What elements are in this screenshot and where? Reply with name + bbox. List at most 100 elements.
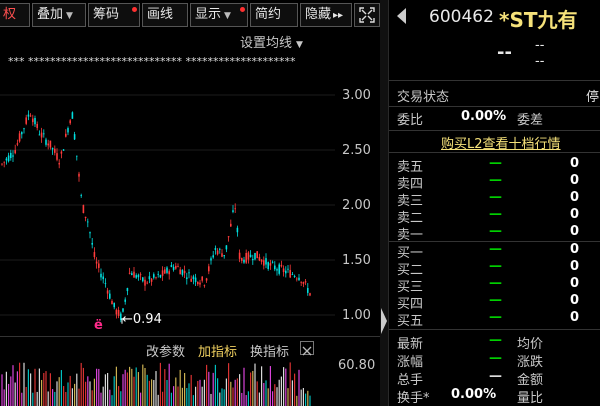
order-level-row[interactable]: 卖三 —0 [389,190,600,209]
volume-bar [32,392,34,406]
order-level-row[interactable]: 卖四 —0 [389,173,600,192]
volume-bar [276,387,278,406]
panel-splitter[interactable] [380,0,388,406]
toolbar-chips-button[interactable]: 筹码 [88,3,140,27]
volume-bar [254,363,256,406]
volume-bar [252,370,254,406]
volume-bar [162,391,164,406]
kline-chart-area[interactable]: 设置均线 ▼ *** **************************** *… [0,30,380,406]
order-level-row[interactable]: 买三 —0 [389,276,600,295]
toolbar-overlay-button[interactable]: 叠加 ▼ [32,3,86,27]
candle-body [285,270,287,274]
volume-bar [289,362,291,406]
event-marker-icon[interactable]: ë [94,318,103,333]
volume-bar [129,366,131,406]
double-arrow-right-icon: ▸▸ [333,10,344,21]
candle-body [23,128,25,130]
trade-status-value: 停 [585,90,599,105]
switch-indicator-button[interactable]: 换指标 [250,341,289,360]
candle-body [43,133,45,135]
y-axis-label: 1.00 [342,308,371,323]
volume-bar [285,368,287,406]
candle-body [51,147,54,150]
toolbar-simple-button[interactable]: 简约 [250,3,298,27]
volume-bar [91,390,93,406]
y-axis-label: 3.00 [342,88,371,103]
change-param-button[interactable]: 改参数 [146,341,185,360]
order-level-row[interactable]: 卖二 —0 [389,207,600,226]
stat-label: 金额 [517,373,544,388]
candle-body [73,134,76,140]
kline-chart[interactable] [0,30,380,406]
candle-body [236,227,239,233]
volume-bar [82,367,84,406]
candle-body [216,250,219,255]
y-axis-label: 2.00 [342,198,371,213]
toolbar-display-button[interactable]: 显示 ▼ [190,3,248,27]
stat-row: 换手* 0.00% 量比 [389,387,600,406]
volume-bar [155,371,157,406]
volume-bar [296,395,298,406]
volume-bar [54,391,56,406]
expand-icon [359,7,375,23]
candle-body [34,117,36,125]
price-change: -- [535,38,545,53]
volume-bar [76,373,78,406]
add-indicator-button[interactable]: 加指标 [198,341,237,360]
order-level-row[interactable]: 买一 —0 [389,242,600,261]
volume-bar [239,374,241,406]
volume-bar [98,368,100,406]
volume-bar [135,367,137,406]
volume-bar [241,392,243,406]
candle-body [212,255,214,258]
volume-bar [195,386,197,406]
candle-body [82,205,85,214]
overlay-label: 叠加 [37,7,64,22]
level-volume: 0 [569,293,579,308]
volume-bar [45,371,47,406]
volume-bar [265,380,267,406]
candle-body [186,277,188,280]
volume-bar [67,382,69,406]
volume-bar [305,393,307,406]
candle-body [146,282,148,284]
candle-body [227,236,230,238]
toolbar-draw-line-button[interactable]: 画线 [142,3,188,27]
candle-body [282,268,285,273]
candle-body [298,277,300,281]
order-level-row[interactable]: 买二 —0 [389,259,600,278]
candle-body [69,120,71,124]
order-level-row[interactable]: 卖一 —0 [389,224,600,243]
order-level-row[interactable]: 买五 — 0 [389,310,600,329]
candle-body [199,282,201,285]
candle-body [87,221,89,223]
order-level-row[interactable]: 卖五 —0 [389,156,600,175]
candle-body [21,132,23,135]
order-level-row[interactable]: 买四 —0 [389,293,600,312]
candle-body [137,274,140,278]
candle-body [76,155,78,157]
candle-body [278,264,280,274]
volume-bar [201,386,203,406]
candle-body [243,259,245,263]
candle-body [109,293,111,299]
volume-bar [58,377,60,406]
volume-bar [221,388,223,406]
buy-l2-link[interactable]: 购买L2查看十档行情 [441,133,561,152]
close-indicator-button[interactable] [300,341,314,356]
weibi-label: 委比 [397,113,424,128]
toolbar-fuquan-button[interactable]: 权 [0,3,30,27]
candle-body [93,252,96,258]
level-price: — [489,190,502,205]
weibi-row: 委比 0.00% 委差 [389,109,600,128]
volume-bar [184,373,186,406]
prev-stock-icon[interactable] [397,8,406,24]
volume-bar [113,376,115,406]
expand-button[interactable] [354,3,380,27]
candle-body [159,275,162,278]
toolbar-hide-button[interactable]: 隐藏 ▸▸ [300,3,352,27]
collapse-arrow-icon[interactable] [381,308,387,334]
level-price: — [489,293,502,308]
volume-bar [230,381,232,406]
weibi-value: 0.00% [461,109,507,124]
